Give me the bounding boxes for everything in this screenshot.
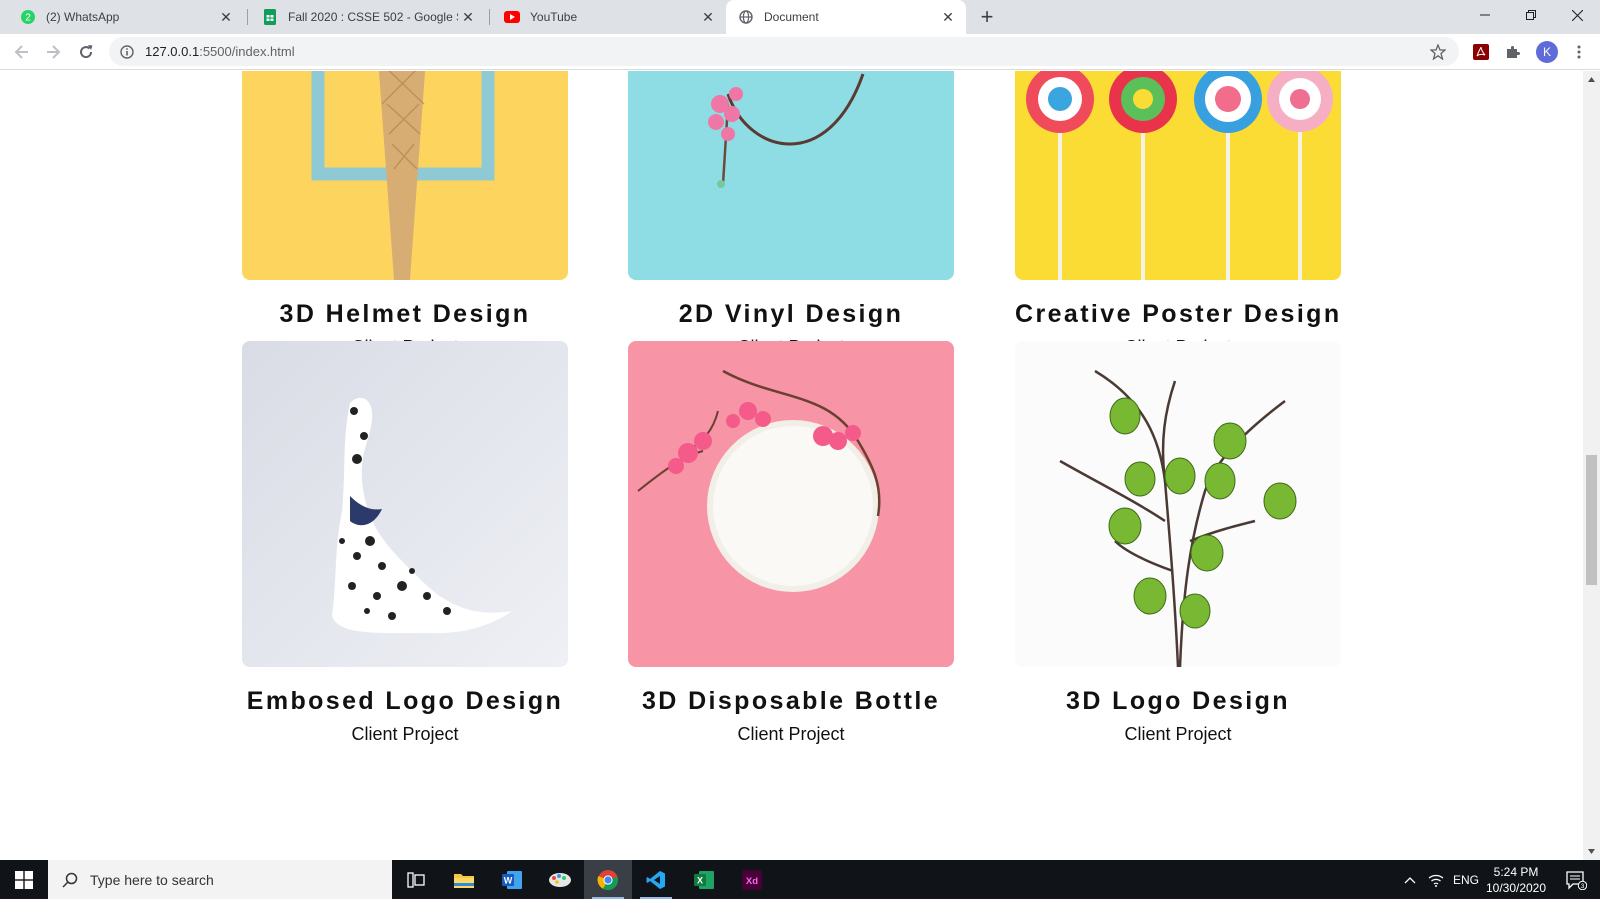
new-tab-button[interactable]: + <box>975 4 999 29</box>
svg-text:3: 3 <box>1581 883 1585 890</box>
tab-title: Fall 2020 : CSSE 502 - Google Sheets <box>288 10 458 24</box>
clock-time: 5:24 PM <box>1493 865 1539 879</box>
portfolio-card[interactable]: 3D Disposable Bottle Client Project <box>628 341 954 745</box>
url-text: 127.0.0.1:5500/index.html <box>145 44 1427 59</box>
windows-taskbar: Type here to search W X Xd ENG 5:24 PM 1… <box>0 860 1600 899</box>
scroll-down-icon[interactable] <box>1583 843 1600 860</box>
scrollbar-thumb[interactable] <box>1586 455 1597 585</box>
close-window-icon[interactable] <box>1554 0 1600 30</box>
forward-button[interactable] <box>38 37 68 67</box>
tab-whatsapp[interactable]: 2 (2) WhatsApp ✕ <box>8 0 244 34</box>
tab-title: (2) WhatsApp <box>46 10 120 24</box>
url-path: :5500/index.html <box>199 44 295 59</box>
plate-with-flowers-image[interactable] <box>628 341 954 667</box>
bookmark-star-icon[interactable] <box>1427 41 1449 63</box>
portfolio-card[interactable]: 3D Helmet Design Client Project <box>242 71 568 358</box>
paint-icon[interactable] <box>536 860 584 899</box>
lollipops-image[interactable] <box>1015 71 1341 280</box>
card-title: 3D Helmet Design <box>279 300 531 328</box>
ice-cream-cone-image[interactable] <box>242 71 568 280</box>
dalmatian-dog-image[interactable] <box>242 341 568 667</box>
system-clock[interactable]: 5:24 PM 10/30/2020 <box>1480 864 1552 896</box>
reload-button[interactable] <box>71 37 101 67</box>
windows-start-icon[interactable] <box>0 860 48 899</box>
close-tab-icon[interactable]: ✕ <box>458 7 478 27</box>
youtube-icon <box>504 9 520 25</box>
tab-separator <box>247 9 248 25</box>
whatsapp-icon: 2 <box>20 9 36 25</box>
close-tab-icon[interactable]: ✕ <box>216 7 236 27</box>
more-menu-icon[interactable] <box>1568 41 1590 63</box>
minimize-window-icon[interactable] <box>1462 0 1508 30</box>
url-host: 127.0.0.1 <box>145 44 200 59</box>
close-tab-icon[interactable]: ✕ <box>938 7 958 27</box>
portfolio-card[interactable]: Creative Poster Design Client Project <box>1015 71 1341 358</box>
language-indicator[interactable]: ENG <box>1450 860 1482 899</box>
page-viewport: 3D Helmet Design Client Project 2D Vinyl… <box>0 71 1583 860</box>
portfolio-card[interactable]: Embosed Logo Design Client Project <box>242 341 568 745</box>
excel-icon[interactable]: X <box>680 860 728 899</box>
flowers-on-blue-image[interactable] <box>628 71 954 280</box>
card-title: Creative Poster Design <box>1015 300 1342 328</box>
card-subtitle: Client Project <box>1124 724 1232 744</box>
restore-window-icon[interactable] <box>1508 0 1554 30</box>
vscode-icon[interactable] <box>632 860 680 899</box>
extensions-puzzle-icon[interactable] <box>1502 41 1524 63</box>
card-title: Embosed Logo Design <box>246 687 564 715</box>
svg-text:X: X <box>697 875 703 885</box>
back-button[interactable] <box>7 37 37 67</box>
scroll-up-icon[interactable] <box>1583 71 1600 88</box>
adobe-acrobat-icon[interactable] <box>1470 41 1492 63</box>
word-icon[interactable]: W <box>488 860 536 899</box>
search-placeholder: Type here to search <box>90 871 214 888</box>
address-bar[interactable]: 127.0.0.1:5500/index.html <box>109 37 1459 66</box>
clock-date: 10/30/2020 <box>1485 881 1547 895</box>
svg-text:W: W <box>504 875 513 885</box>
globe-icon <box>738 9 754 25</box>
search-icon <box>60 870 80 890</box>
close-tab-icon[interactable]: ✕ <box>698 7 718 27</box>
card-subtitle: Client Project <box>351 724 459 744</box>
file-explorer-icon[interactable] <box>440 860 488 899</box>
portfolio-card[interactable]: 3D Logo Design Client Project <box>1015 341 1341 745</box>
back-arrow-icon <box>14 45 28 59</box>
chrome-icon[interactable] <box>584 860 632 899</box>
tab-document[interactable]: Document ✕ <box>726 0 966 34</box>
card-subtitle: Client Project <box>737 724 845 744</box>
svg-text:2: 2 <box>25 13 31 24</box>
green-eggs-branch-image[interactable] <box>1015 341 1341 667</box>
tab-title: Document <box>764 10 819 24</box>
portfolio-card[interactable]: 2D Vinyl Design Client Project <box>628 71 954 358</box>
notification-center-icon[interactable]: 3 <box>1556 860 1596 899</box>
profile-avatar[interactable]: K <box>1536 41 1558 63</box>
page-scrollbar[interactable] <box>1583 71 1600 860</box>
svg-text:Xd: Xd <box>746 876 758 887</box>
tab-strip: 2 (2) WhatsApp ✕ Fall 2020 : CSSE 502 - … <box>0 0 1600 34</box>
browser-toolbar: 127.0.0.1:5500/index.html K <box>0 34 1600 70</box>
tab-google-sheets[interactable]: Fall 2020 : CSSE 502 - Google Sheets ✕ <box>250 0 486 34</box>
tab-youtube[interactable]: YouTube ✕ <box>492 0 726 34</box>
adobe-xd-icon[interactable]: Xd <box>728 860 776 899</box>
task-view-icon[interactable] <box>392 860 440 899</box>
card-title: 3D Logo Design <box>1066 687 1290 715</box>
show-hidden-icons-chevron-icon[interactable] <box>1398 860 1422 899</box>
forward-arrow-icon <box>47 45 61 59</box>
reload-icon <box>80 45 93 59</box>
taskbar-search-box[interactable]: Type here to search <box>48 860 392 899</box>
wifi-icon[interactable] <box>1424 860 1448 899</box>
tab-separator <box>489 9 490 25</box>
google-sheets-icon <box>262 9 278 25</box>
card-title: 3D Disposable Bottle <box>641 687 941 715</box>
card-title: 2D Vinyl Design <box>678 300 904 328</box>
tab-title: YouTube <box>530 10 578 24</box>
site-info-icon[interactable] <box>118 43 136 61</box>
